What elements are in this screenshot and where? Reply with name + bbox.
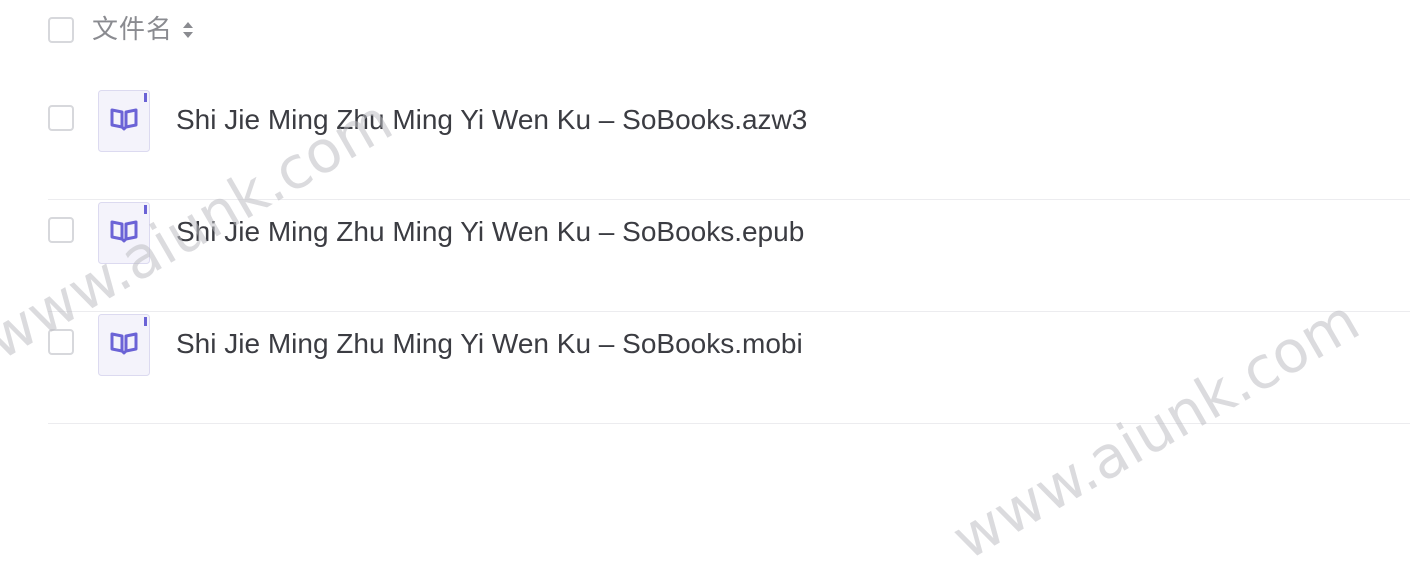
book-icon: [98, 314, 150, 376]
file-name[interactable]: Shi Jie Ming Zhu Ming Yi Wen Ku – SoBook…: [176, 102, 807, 138]
book-icon: [98, 202, 150, 264]
file-row[interactable]: Shi Jie Ming Zhu Ming Yi Wen Ku – SoBook…: [48, 88, 1410, 200]
file-name[interactable]: Shi Jie Ming Zhu Ming Yi Wen Ku – SoBook…: [176, 214, 804, 250]
file-name[interactable]: Shi Jie Ming Zhu Ming Yi Wen Ku – SoBook…: [176, 326, 803, 362]
row-checkbox[interactable]: [48, 105, 74, 131]
sort-icon[interactable]: [181, 17, 195, 43]
row-checkbox[interactable]: [48, 329, 74, 355]
book-icon: [98, 90, 150, 152]
file-list-header: 文件名: [48, 14, 195, 46]
column-header-filename[interactable]: 文件名: [92, 14, 173, 46]
file-row[interactable]: Shi Jie Ming Zhu Ming Yi Wen Ku – SoBook…: [48, 200, 1410, 312]
row-checkbox[interactable]: [48, 217, 74, 243]
file-row[interactable]: Shi Jie Ming Zhu Ming Yi Wen Ku – SoBook…: [48, 312, 1410, 424]
select-all-checkbox[interactable]: [48, 17, 74, 43]
